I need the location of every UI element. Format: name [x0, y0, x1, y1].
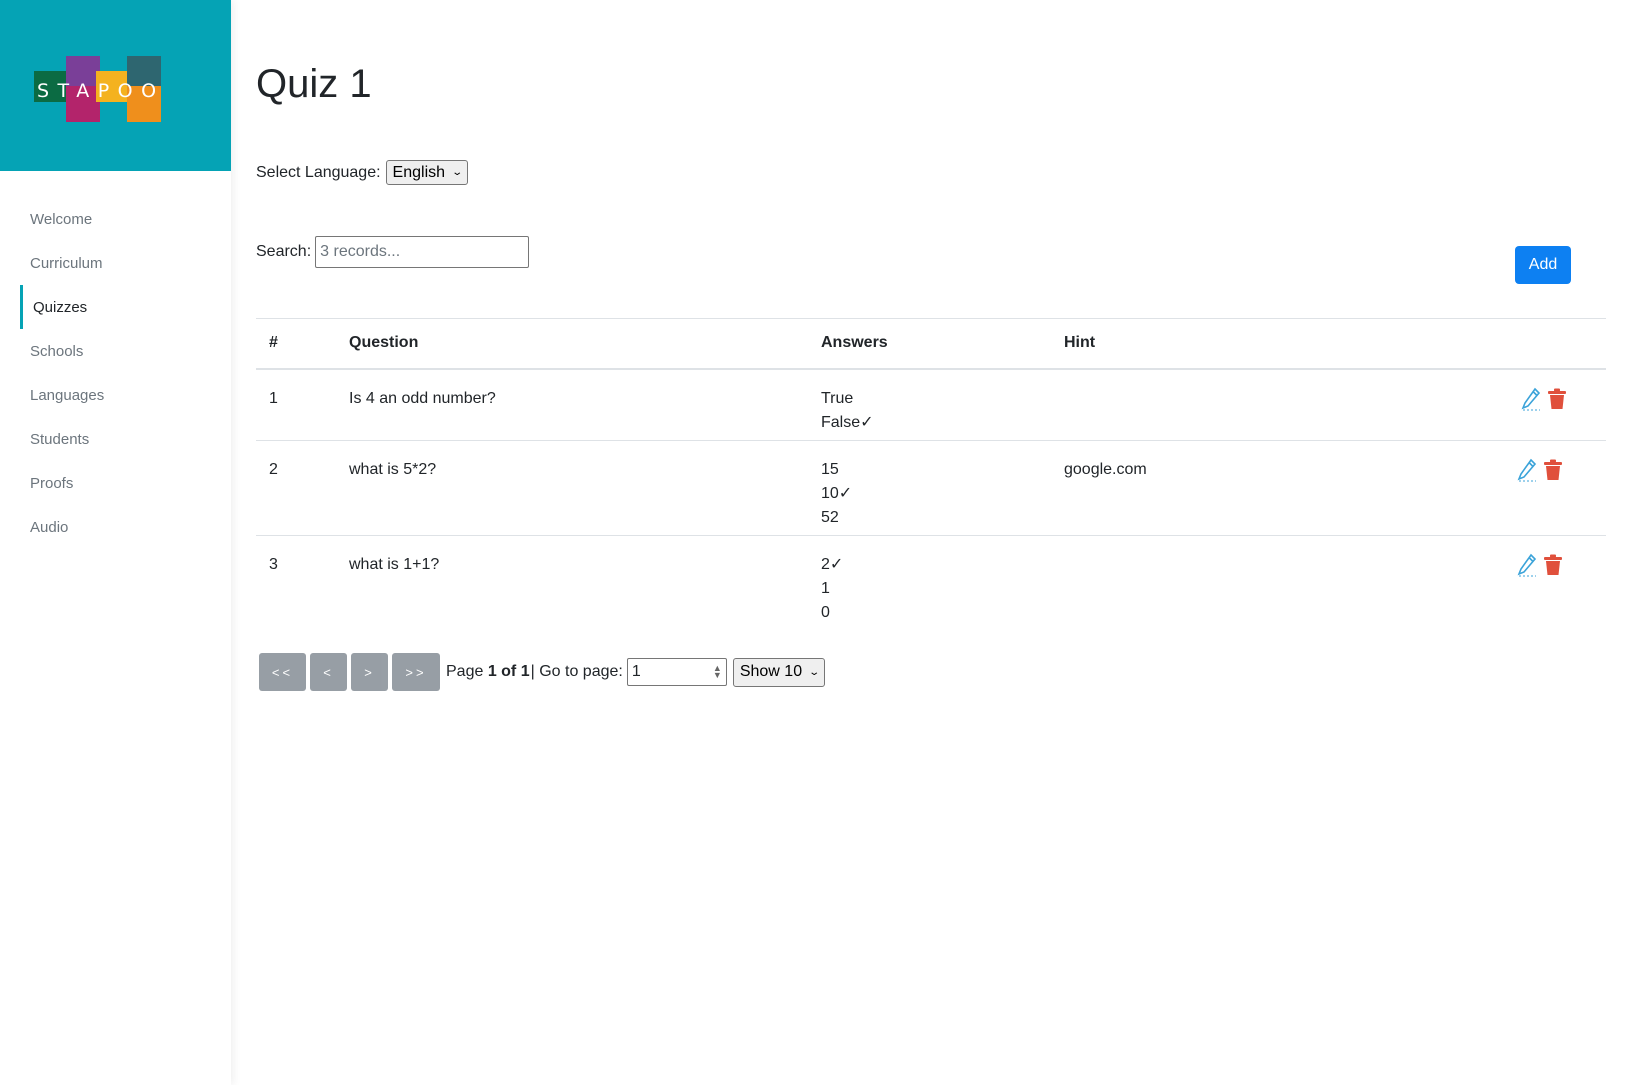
sidebar-item-label: Schools [30, 342, 84, 360]
goto-label: | Go to page: [530, 663, 623, 680]
goto-page-input[interactable]: 1 ▲ ▼ [626, 658, 727, 686]
sidebar-item-label: Quizzes [33, 298, 88, 316]
search-input[interactable] [315, 236, 530, 268]
table-row: 3 what is 1+1? 2✓ 1 0 [256, 536, 1606, 631]
pencil-icon[interactable] [1516, 458, 1538, 482]
cell-hint [1064, 536, 1516, 631]
sidebar-item-label: Students [30, 430, 90, 448]
spinner-icon[interactable]: ▲ ▼ [713, 664, 722, 680]
cell-num: 2 [269, 461, 278, 478]
sidebar-item-languages[interactable]: Languages [0, 373, 231, 417]
logo-header: STAPOO [0, 0, 231, 171]
search-row: Search: [256, 236, 530, 268]
answer-item: 1 [821, 580, 830, 597]
sidebar-item-label: Languages [30, 386, 105, 404]
pencil-icon[interactable] [1520, 387, 1542, 411]
sidebar-item-label: Proofs [30, 474, 74, 492]
language-select-value: English [392, 163, 446, 181]
page-indicator: Page 1 of 1| Go to page: [446, 663, 623, 681]
sidebar-item-label: Welcome [30, 210, 93, 228]
search-label: Search: [256, 243, 312, 260]
cell-hint: google.com [1064, 461, 1147, 478]
answer-item: 10✓ [821, 485, 853, 502]
header-answers: Answers [821, 334, 888, 352]
answer-item: 2✓ [821, 556, 844, 573]
language-select[interactable]: English ⌄ [385, 160, 469, 185]
header-actions [1516, 319, 1606, 369]
header-hint: Hint [1064, 334, 1096, 352]
quiz-table-wrapper: # Question Answers Hint 1 Is 4 an odd nu… [256, 318, 1606, 631]
table-header-row: # Question Answers Hint [256, 318, 1606, 369]
answer-item: 0 [821, 604, 830, 621]
trash-icon[interactable] [1546, 387, 1568, 411]
page-size-select[interactable]: Show 10 ⌄ [732, 657, 826, 687]
sidebar-item-schools[interactable]: Schools [0, 329, 231, 373]
chevron-down-icon: ⌄ [451, 167, 464, 178]
last-page-button[interactable]: >> [392, 653, 440, 691]
cell-question: Is 4 an odd number? [349, 389, 496, 407]
cell-hint [1064, 369, 1516, 441]
chevron-down-icon: ⌄ [808, 666, 821, 678]
answer-item: False✓ [821, 413, 874, 431]
cell-question: what is 1+1? [349, 556, 440, 573]
page-title: Quiz 1 [256, 62, 372, 106]
answer-item: True [821, 389, 854, 407]
language-label: Select Language: [256, 163, 381, 181]
table-row: 1 Is 4 an odd number? True False✓ [256, 369, 1606, 441]
table-row: 2 what is 5*2? 15 10✓ 52 google.com [256, 441, 1606, 536]
answer-item: 52 [821, 509, 839, 526]
cell-num: 3 [269, 556, 278, 573]
page-size-value: Show 10 [739, 663, 803, 680]
stapoo-logo[interactable]: STAPOO [34, 56, 164, 122]
cell-num: 1 [269, 389, 278, 407]
quiz-table: # Question Answers Hint 1 Is 4 an odd nu… [256, 318, 1606, 631]
header-question: Question [349, 334, 419, 352]
page-of: 1 of 1 [487, 663, 530, 680]
sidebar-item-label: Audio [30, 518, 69, 536]
cell-actions [1516, 441, 1606, 536]
answer-item: 15 [821, 461, 839, 478]
sidebar: STAPOO Welcome Curriculum Quizzes School… [0, 0, 231, 1085]
sidebar-item-students[interactable]: Students [0, 417, 231, 461]
pencil-icon[interactable] [1516, 553, 1538, 577]
sidebar-item-label: Curriculum [30, 254, 103, 272]
cell-answers: 15 10✓ 52 [821, 441, 1064, 536]
add-button[interactable]: Add [1515, 246, 1571, 284]
sidebar-item-curriculum[interactable]: Curriculum [0, 241, 231, 285]
language-row: Select Language: English ⌄ [256, 160, 469, 185]
sidebar-item-audio[interactable]: Audio [0, 505, 231, 549]
header-num: # [269, 334, 278, 352]
page-prefix: Page [446, 663, 488, 680]
cell-question: what is 5*2? [349, 461, 437, 478]
trash-icon[interactable] [1542, 458, 1564, 482]
sidebar-item-proofs[interactable]: Proofs [0, 461, 231, 505]
sidebar-item-welcome[interactable]: Welcome [0, 197, 231, 241]
cell-actions [1516, 536, 1606, 631]
sidebar-nav: Welcome Curriculum Quizzes Schools Langu… [0, 197, 231, 549]
cell-answers: True False✓ [821, 369, 1064, 441]
prev-page-button[interactable]: < [310, 653, 347, 691]
pagination: << < > >> Page 1 of 1| Go to page: 1 ▲ ▼ … [259, 653, 826, 691]
sidebar-item-quizzes[interactable]: Quizzes [0, 285, 231, 329]
goto-page-value: 1 [631, 663, 641, 680]
first-page-button[interactable]: << [259, 653, 306, 691]
trash-icon[interactable] [1542, 553, 1564, 577]
logo-text: STAPOO [37, 80, 164, 102]
cell-actions [1516, 369, 1606, 441]
cell-answers: 2✓ 1 0 [821, 536, 1064, 631]
next-page-button[interactable]: > [351, 653, 388, 691]
